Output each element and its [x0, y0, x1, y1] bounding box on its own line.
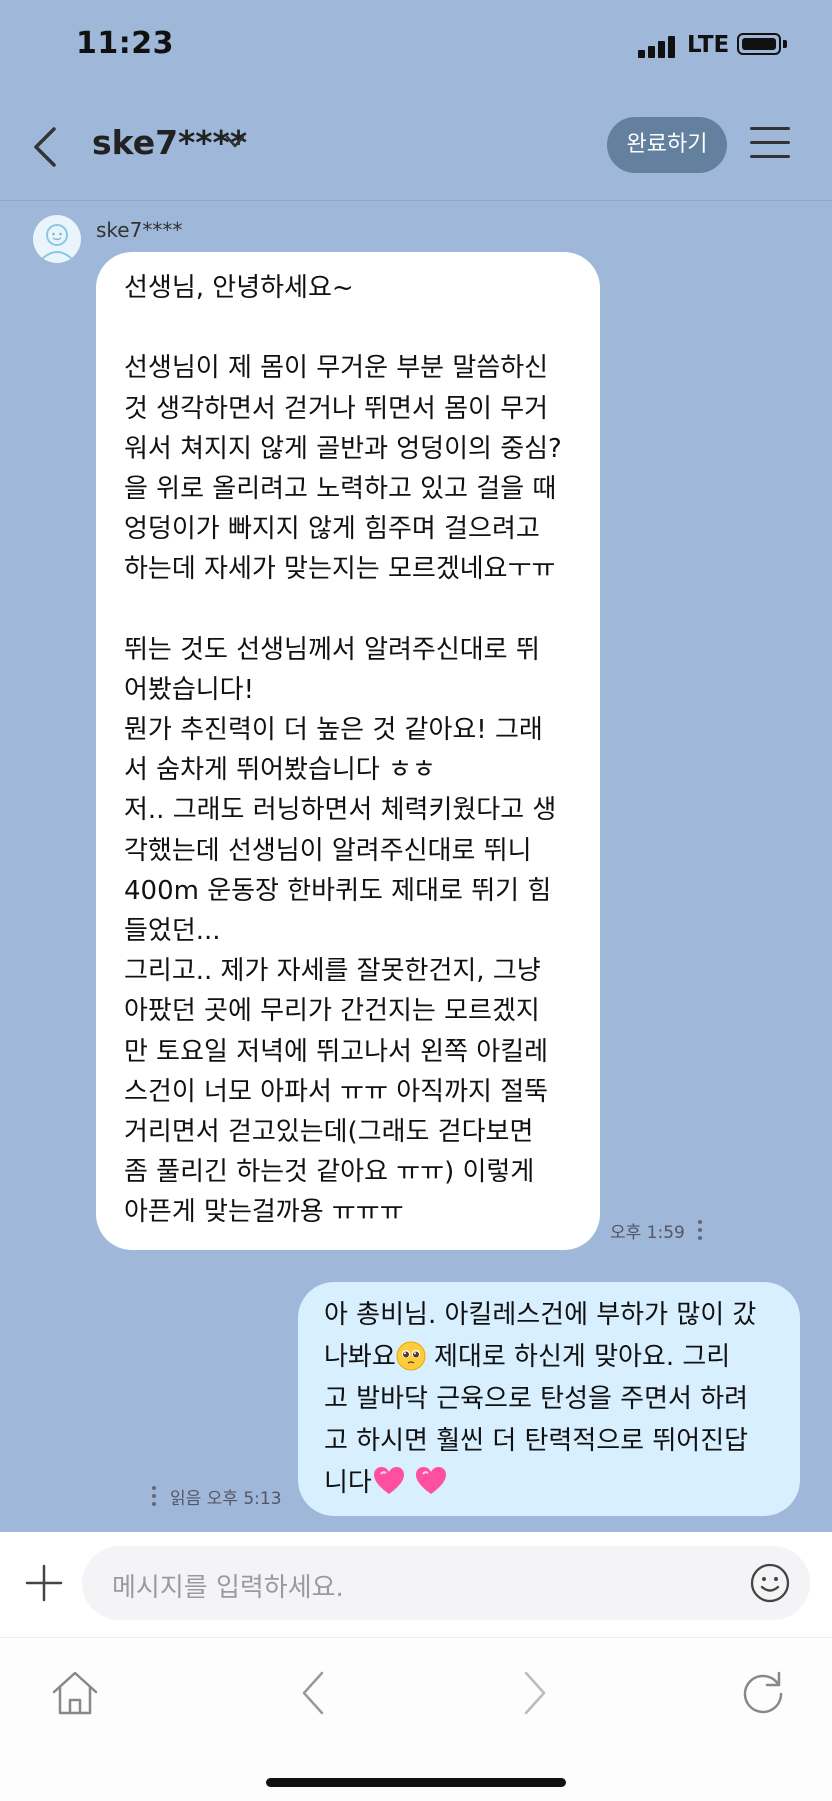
- chat-title[interactable]: ske7****: [92, 123, 247, 162]
- message-line: 그리고.. 제가 자세를 잘못한건지, 그냥: [124, 956, 541, 987]
- message-line: 나봐요 제대로 하신게 맞아요. 그리: [324, 1341, 731, 1372]
- message-line: 고 발바닥 근육으로 탄성을 주면서 하려: [324, 1384, 749, 1414]
- network-label: LTE: [687, 32, 730, 58]
- message-line: 엉덩이가 빠지지 않게 힘주며 걸으려고: [124, 514, 540, 545]
- message-time: 오후 5:13: [206, 1489, 282, 1509]
- chevron-left-icon[interactable]: [30, 125, 60, 169]
- message-options-icon[interactable]: [152, 1486, 156, 1506]
- message-line: 니다: [324, 1462, 776, 1504]
- browser-navigation-bar: [0, 1637, 832, 1801]
- message-line: 을 위로 올리려고 노력하고 있고 걸을 때: [124, 473, 557, 504]
- incoming-message-bubble[interactable]: 선생님, 안녕하세요~ 선생님이 제 몸이 무거운 부분 말씀하신것 생각하면서 …: [96, 252, 600, 1250]
- incoming-message-text: 선생님, 안녕하세요~ 선생님이 제 몸이 무거운 부분 말씀하신것 생각하면서 …: [124, 268, 574, 1233]
- smiley-avatar-icon: [41, 224, 73, 260]
- outgoing-message-meta: 읽음 오후 5:13: [170, 1484, 282, 1509]
- pleading-face-emoji: [396, 1341, 426, 1371]
- forward-arrow-icon[interactable]: [508, 1668, 558, 1718]
- message-input-placeholder: 메시지를 입력하세요.: [112, 1573, 344, 1603]
- message-line: [124, 590, 574, 630]
- heart-emoji: [416, 1467, 447, 1494]
- battery-icon: [737, 33, 781, 55]
- message-input[interactable]: 메시지를 입력하세요.: [82, 1546, 810, 1620]
- message-line: 저.. 그래도 러닝하면서 체력키웠다고 생: [124, 795, 557, 826]
- message-line: 뛰는 것도 선생님께서 알려주신대로 뛰: [124, 634, 540, 665]
- avatar[interactable]: [33, 215, 81, 263]
- message-line: 것 생각하면서 걷거나 뛰면서 몸이 무거: [124, 393, 549, 424]
- emoji-icon[interactable]: [750, 1563, 790, 1603]
- home-icon[interactable]: [50, 1668, 100, 1718]
- message-line: 뭔가 추진력이 더 높은 것 같아요! 그래: [124, 715, 543, 746]
- hamburger-menu-icon[interactable]: [750, 127, 790, 159]
- status-bar: 11:23 LTE: [0, 0, 832, 95]
- refresh-icon[interactable]: [738, 1668, 788, 1718]
- back-arrow-icon[interactable]: [290, 1668, 340, 1718]
- message-line: 선생님이 제 몸이 무거운 부분 말씀하신: [124, 353, 549, 384]
- message-line: 어봤습니다!: [124, 674, 255, 705]
- message-line: 좀 풀리긴 하는것 같아요 ㅠㅠ) 이렇게: [124, 1157, 535, 1188]
- status-time: 11:23: [76, 26, 174, 61]
- message-line: 들었던...: [124, 916, 221, 946]
- message-line: 스건이 너모 아파서 ㅠㅠ 아직까지 절뚝: [124, 1076, 549, 1107]
- home-indicator: [266, 1778, 566, 1787]
- message-line: 고 하시면 훨씬 더 탄력적으로 뛰어진답: [324, 1426, 749, 1456]
- message-line: 400m 운동장 한바퀴도 제대로 뛰기 힘: [124, 875, 552, 906]
- message-line: 거리면서 걷고있는데(그래도 걷다보면: [124, 1116, 534, 1147]
- chat-header: ske7**** 완료하기: [0, 95, 832, 201]
- message-options-icon[interactable]: [698, 1220, 702, 1240]
- message-line: 선생님, 안녕하세요~: [124, 273, 354, 303]
- sender-name: ske7****: [96, 218, 183, 242]
- message-input-bar: 메시지를 입력하세요.: [0, 1532, 832, 1637]
- read-status: 읽음: [170, 1489, 202, 1509]
- message-line: 워서 쳐지지 않게 골반과 엉덩이의 중심?: [124, 433, 562, 464]
- message-line: 만 토요일 저녁에 뛰고나서 왼쪽 아킬레: [124, 1036, 549, 1067]
- incoming-message-meta: 오후 1:59: [610, 1218, 685, 1243]
- message-line: 서 숨차게 뛰어봤습니다 ㅎㅎ: [124, 755, 436, 786]
- message-line: [124, 308, 574, 348]
- message-line: 하는데 자세가 맞는지는 모르겠네요ㅜㅠ: [124, 554, 556, 585]
- plus-icon[interactable]: [25, 1564, 63, 1602]
- message-line: 각했는데 선생님이 알려주신대로 뛰니: [124, 835, 532, 866]
- done-button[interactable]: 완료하기: [607, 117, 727, 173]
- battery-cap: [783, 40, 787, 48]
- chevron-down-icon[interactable]: [225, 135, 245, 149]
- message-time: 오후 1:59: [610, 1223, 685, 1243]
- heart-emoji: [373, 1467, 404, 1494]
- outgoing-message-bubble[interactable]: 아 총비님. 아킬레스건에 부하가 많이 갔 나봐요 제대로 하신게 맞아요. …: [298, 1282, 800, 1516]
- message-line: 아팠던 곳에 무리가 간건지는 모르겠지: [124, 996, 540, 1027]
- message-line: 아 총비님. 아킬레스건에 부하가 많이 갔: [324, 1300, 757, 1330]
- message-line: 아픈게 맞는걸까용 ㅠㅠㅠ: [124, 1197, 404, 1228]
- signal-icon: [638, 36, 682, 58]
